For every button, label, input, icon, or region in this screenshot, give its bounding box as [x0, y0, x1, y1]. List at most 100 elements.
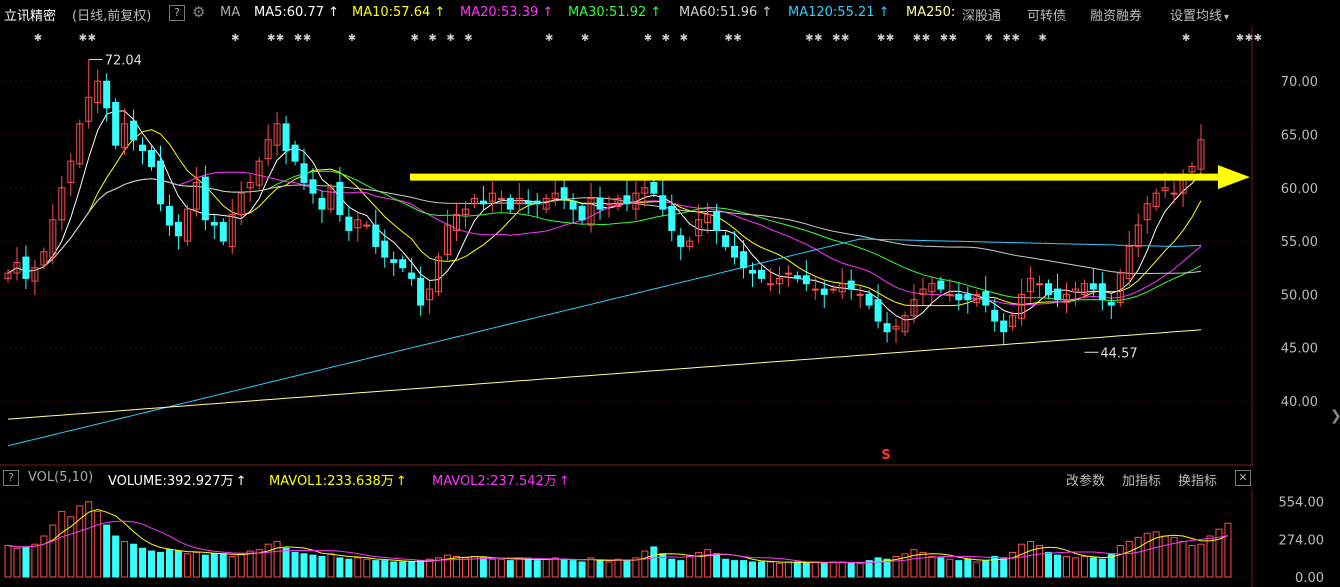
volume-bar[interactable]	[112, 535, 120, 578]
news-marker-icon[interactable]: ✱	[88, 33, 96, 44]
candle-body[interactable]	[596, 197, 604, 210]
volume-bar[interactable]	[1071, 557, 1079, 578]
volume-bar[interactable]	[121, 540, 129, 578]
volume-bar[interactable]	[264, 543, 272, 578]
volume-bar[interactable]	[847, 562, 855, 578]
volume-bar[interactable]	[757, 561, 765, 578]
candle-body[interactable]	[533, 200, 541, 205]
candle-body[interactable]	[1089, 283, 1097, 290]
news-marker-icon[interactable]: ✱	[949, 33, 957, 44]
volume-bar[interactable]	[587, 557, 595, 578]
news-marker-icon[interactable]: ✱	[662, 33, 670, 44]
news-marker-icon[interactable]: ✱	[1038, 33, 1046, 44]
volume-bar[interactable]	[784, 561, 792, 578]
candle-body[interactable]	[964, 293, 972, 301]
volume-bar[interactable]	[955, 560, 963, 578]
volume-bar[interactable]	[354, 557, 362, 578]
volume-bar[interactable]	[130, 543, 138, 578]
candle-body[interactable]	[309, 179, 317, 194]
volume-bar[interactable]	[363, 558, 371, 578]
volume-bar[interactable]	[560, 558, 568, 578]
candle-body[interactable]	[623, 195, 631, 205]
news-marker-icon[interactable]: ✱	[79, 33, 87, 44]
candle-body[interactable]	[1045, 283, 1053, 295]
news-marker-icon[interactable]: ✱	[985, 33, 993, 44]
volume-bar[interactable]	[722, 558, 730, 578]
edit-params-button[interactable]: 改参数	[1066, 470, 1105, 489]
candle-body[interactable]	[1053, 288, 1061, 301]
candle-body[interactable]	[757, 269, 765, 279]
volume-bar[interactable]	[255, 549, 263, 578]
volume-bar[interactable]	[1098, 558, 1106, 578]
scroll-arrow-icon[interactable]: ❯	[1330, 408, 1340, 424]
volume-bar[interactable]	[946, 558, 954, 578]
volume-bar[interactable]	[4, 545, 12, 578]
volume-bar[interactable]	[1161, 535, 1169, 578]
volume-bar[interactable]	[766, 561, 774, 578]
news-marker-icon[interactable]: ✱	[410, 33, 418, 44]
news-marker-icon[interactable]: ✱	[545, 33, 553, 44]
candle-body[interactable]	[399, 259, 407, 269]
volume-bar[interactable]	[749, 561, 757, 578]
volume-bar[interactable]	[148, 550, 156, 578]
volume-bar[interactable]	[461, 557, 469, 578]
candle-body[interactable]	[946, 293, 954, 296]
volume-bar[interactable]	[309, 554, 317, 578]
candle-body[interactable]	[174, 221, 182, 237]
volume-bar[interactable]	[793, 561, 801, 578]
volume-bar[interactable]	[417, 560, 425, 578]
volume-bar[interactable]	[820, 562, 828, 578]
volume-bar[interactable]	[713, 553, 721, 578]
volume-bar[interactable]	[1089, 557, 1097, 578]
news-marker-icon[interactable]: ✱	[1003, 33, 1011, 44]
volume-bar[interactable]	[740, 560, 748, 578]
volume-bar[interactable]	[596, 560, 604, 578]
candle-body[interactable]	[722, 235, 730, 247]
candle-body[interactable]	[1107, 301, 1115, 306]
volume-bar[interactable]	[1062, 556, 1070, 578]
volume-bar[interactable]	[273, 540, 281, 578]
candle-body[interactable]	[811, 288, 819, 291]
volume-bar[interactable]	[937, 557, 945, 578]
volume-bar[interactable]	[641, 550, 649, 578]
volume-bar[interactable]	[865, 560, 873, 578]
volume-bar[interactable]	[775, 562, 783, 578]
candle-body[interactable]	[156, 160, 164, 205]
volume-bar[interactable]	[1188, 545, 1196, 578]
volume-bar[interactable]	[802, 562, 810, 578]
volume-chart[interactable]: 554.00 274.00 0.00	[0, 489, 1340, 587]
volume-bar[interactable]	[1197, 543, 1205, 578]
candle-body[interactable]	[1036, 283, 1044, 286]
volume-bar[interactable]	[910, 549, 918, 578]
news-marker-icon[interactable]: ✱	[877, 33, 885, 44]
volume-bar[interactable]	[1125, 540, 1133, 578]
volume-bar[interactable]	[524, 558, 532, 578]
candle-body[interactable]	[982, 291, 990, 306]
candle-body[interactable]	[856, 293, 864, 296]
candle-body[interactable]	[336, 181, 344, 215]
volume-bar[interactable]	[964, 558, 972, 578]
news-marker-icon[interactable]: ✱	[841, 33, 849, 44]
volume-bar[interactable]	[1134, 536, 1142, 578]
candle-body[interactable]	[497, 197, 505, 200]
news-marker-icon[interactable]: ✱	[267, 33, 275, 44]
volume-bar[interactable]	[677, 560, 685, 578]
volume-bar[interactable]	[1053, 554, 1061, 578]
volume-bar[interactable]	[345, 558, 353, 578]
candle-body[interactable]	[201, 176, 209, 221]
candle-body[interactable]	[1098, 283, 1106, 301]
candle-body[interactable]	[506, 197, 514, 210]
volume-bar[interactable]	[282, 547, 290, 578]
candle-body[interactable]	[1000, 320, 1008, 333]
candle-body[interactable]	[318, 197, 326, 210]
volume-bar[interactable]	[704, 549, 712, 578]
volume-bar[interactable]	[408, 561, 416, 578]
candle-body[interactable]	[955, 293, 963, 301]
add-indicator-button[interactable]: 加指标	[1122, 470, 1161, 489]
news-marker-icon[interactable]: ✱	[294, 33, 302, 44]
candle-body[interactable]	[677, 235, 685, 247]
candle-body[interactable]	[479, 200, 487, 205]
candle-body[interactable]	[650, 181, 658, 194]
volume-bar[interactable]	[623, 560, 631, 578]
candle-body[interactable]	[847, 280, 855, 290]
